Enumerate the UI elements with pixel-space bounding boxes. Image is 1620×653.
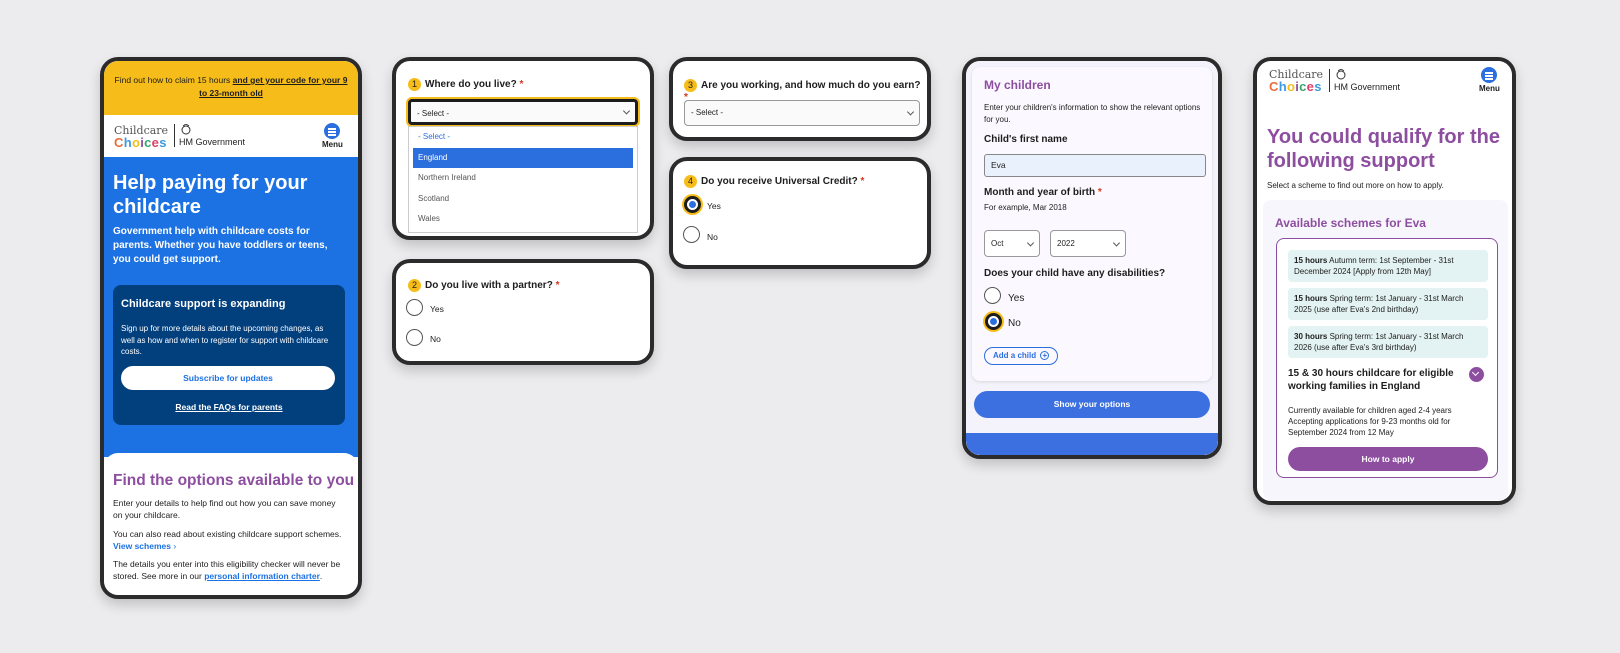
- options-section: Find the options available to you Enter …: [104, 453, 358, 595]
- scheme-item[interactable]: 15 hours Autumn term: 1st September - 31…: [1288, 250, 1488, 282]
- charter-link[interactable]: personal information charter: [204, 571, 320, 581]
- announcement-banner: Find out how to claim 15 hours and get y…: [104, 61, 358, 115]
- scheme-details: Currently available for children aged 2-…: [1288, 406, 1452, 437]
- scheme-item[interactable]: 30 hours Spring term: 1st January - 31st…: [1288, 326, 1488, 358]
- results-phone: Childcare Choices HM Government Menu You…: [1253, 57, 1516, 505]
- home-screen-phone: Find out how to claim 15 hours and get y…: [100, 57, 362, 599]
- royal-crest-icon: [181, 124, 191, 135]
- country-dropdown-list: - Select - England Northern Ireland Scot…: [408, 126, 638, 233]
- options-text-2: You can also read about existing childca…: [113, 529, 342, 539]
- subscribe-button[interactable]: Subscribe for updates: [121, 366, 335, 390]
- scheme-item[interactable]: 15 hours Spring term: 1st January - 31st…: [1288, 288, 1488, 320]
- footer-bar: [966, 433, 1218, 455]
- option-select[interactable]: - Select -: [413, 127, 633, 147]
- my-children-title: My children: [984, 78, 1051, 92]
- scheme-heading: 15 & 30 hours childcare for eligible wor…: [1288, 368, 1454, 392]
- view-schemes-link[interactable]: View schemes ›: [113, 540, 176, 552]
- how-to-apply-button[interactable]: How to apply: [1288, 447, 1488, 471]
- disabilities-label: Does your child have any disabilities?: [984, 268, 1166, 279]
- universal-credit-yes-radio[interactable]: [684, 196, 701, 213]
- box-title: Childcare support is expanding: [121, 298, 286, 310]
- menu-button[interactable]: Menu: [1479, 67, 1500, 93]
- birth-hint: For example, Mar 2018: [984, 203, 1067, 212]
- box-text: Sign up for more details about the upcom…: [121, 324, 329, 356]
- options-text-3: The details you enter into this eligibil…: [113, 559, 341, 581]
- question-2-title: 2 Do you live with a partner? *: [408, 279, 560, 292]
- site-header: Childcare Choices HM Government Menu: [104, 115, 358, 157]
- chevron-down-icon: [906, 108, 915, 116]
- first-name-input[interactable]: Eva: [984, 154, 1206, 177]
- option-wales[interactable]: Wales: [413, 209, 633, 229]
- expanding-support-box: Childcare support is expanding Sign up f…: [113, 285, 345, 425]
- earnings-select[interactable]: - Select -: [684, 100, 920, 126]
- birth-month-select[interactable]: Oct: [984, 230, 1040, 257]
- universal-credit-yes-label: Yes: [707, 201, 721, 211]
- show-options-button[interactable]: Show your options: [974, 391, 1210, 418]
- partner-yes-label: Yes: [430, 304, 444, 314]
- results-title: You could qualify for the following supp…: [1267, 126, 1500, 172]
- hero-text: Government help with childcare costs for…: [113, 226, 328, 265]
- partner-no-label: No: [430, 334, 441, 344]
- expand-chevron-icon[interactable]: [1469, 367, 1484, 382]
- royal-crest-icon: [1336, 69, 1346, 80]
- question-1-card: 1 Where do you live? * - Select - - Selec…: [392, 57, 654, 240]
- add-child-button[interactable]: Add a child +: [984, 347, 1059, 365]
- question-1-title: 1 Where do you live? *: [408, 78, 523, 91]
- hm-government-logo: HM Government: [1329, 69, 1400, 92]
- results-subtitle: Select a scheme to find out more on how …: [1267, 181, 1444, 190]
- birth-label: Month and year of birth *: [984, 187, 1102, 198]
- question-4-card: 4 Do you receive Universal Credit? * Yes …: [669, 157, 931, 269]
- schemes-title: Available schemes for Eva: [1275, 216, 1426, 230]
- question-2-card: 2 Do you live with a partner? * Yes No: [392, 259, 654, 365]
- banner-text: Find out how to claim 15 hours: [114, 75, 231, 85]
- disabilities-no-radio[interactable]: [985, 313, 1002, 330]
- first-name-label: Child's first name: [984, 134, 1068, 145]
- universal-credit-no-radio[interactable]: [683, 226, 700, 243]
- childcare-choices-logo[interactable]: Childcare Choices: [114, 125, 168, 150]
- partner-no-radio[interactable]: [406, 329, 423, 346]
- children-form: My children Enter your children's inform…: [972, 67, 1212, 381]
- scheme-card: 15 hours Autumn term: 1st September - 31…: [1276, 238, 1498, 478]
- schemes-panel: Available schemes for Eva 15 hours Autum…: [1263, 200, 1508, 500]
- partner-yes-radio[interactable]: [406, 299, 423, 316]
- faqs-link[interactable]: Read the FAQs for parents: [113, 402, 345, 412]
- hero-title: Help paying for your childcare: [113, 172, 308, 218]
- children-intro: Enter your children's information to sho…: [984, 103, 1201, 124]
- question-4-title: 4 Do you receive Universal Credit? *: [684, 175, 864, 188]
- option-northern-ireland[interactable]: Northern Ireland: [413, 168, 633, 188]
- country-select[interactable]: - Select -: [408, 99, 638, 125]
- birth-year-select[interactable]: 2022: [1050, 230, 1126, 257]
- disabilities-no-label: No: [1008, 318, 1021, 329]
- hamburger-icon: [1481, 67, 1498, 83]
- chevron-down-icon: [1026, 238, 1035, 247]
- disabilities-yes-radio[interactable]: [984, 287, 1001, 304]
- childcare-choices-logo[interactable]: Childcare Choices: [1269, 69, 1323, 94]
- my-children-phone: My children Enter your children's inform…: [962, 57, 1222, 459]
- hamburger-icon: [324, 123, 341, 139]
- option-england[interactable]: England: [413, 148, 633, 168]
- hm-government-logo: HM Government: [174, 124, 245, 147]
- menu-button[interactable]: Menu: [322, 123, 343, 149]
- options-text-1: Enter your details to help find out how …: [113, 498, 336, 520]
- chevron-right-icon: ›: [170, 541, 177, 551]
- chevron-down-icon: [622, 107, 631, 115]
- question-3-card: 3 Are you working, and how much do you ea…: [669, 57, 931, 141]
- disabilities-yes-label: Yes: [1008, 293, 1025, 304]
- chevron-down-icon: [1112, 238, 1121, 247]
- hero-section: Help paying for your childcare Governmen…: [104, 157, 358, 457]
- option-scotland[interactable]: Scotland: [413, 189, 633, 209]
- universal-credit-no-label: No: [707, 232, 718, 242]
- options-title: Find the options available to you: [113, 472, 355, 489]
- plus-circle-icon: +: [1040, 351, 1050, 360]
